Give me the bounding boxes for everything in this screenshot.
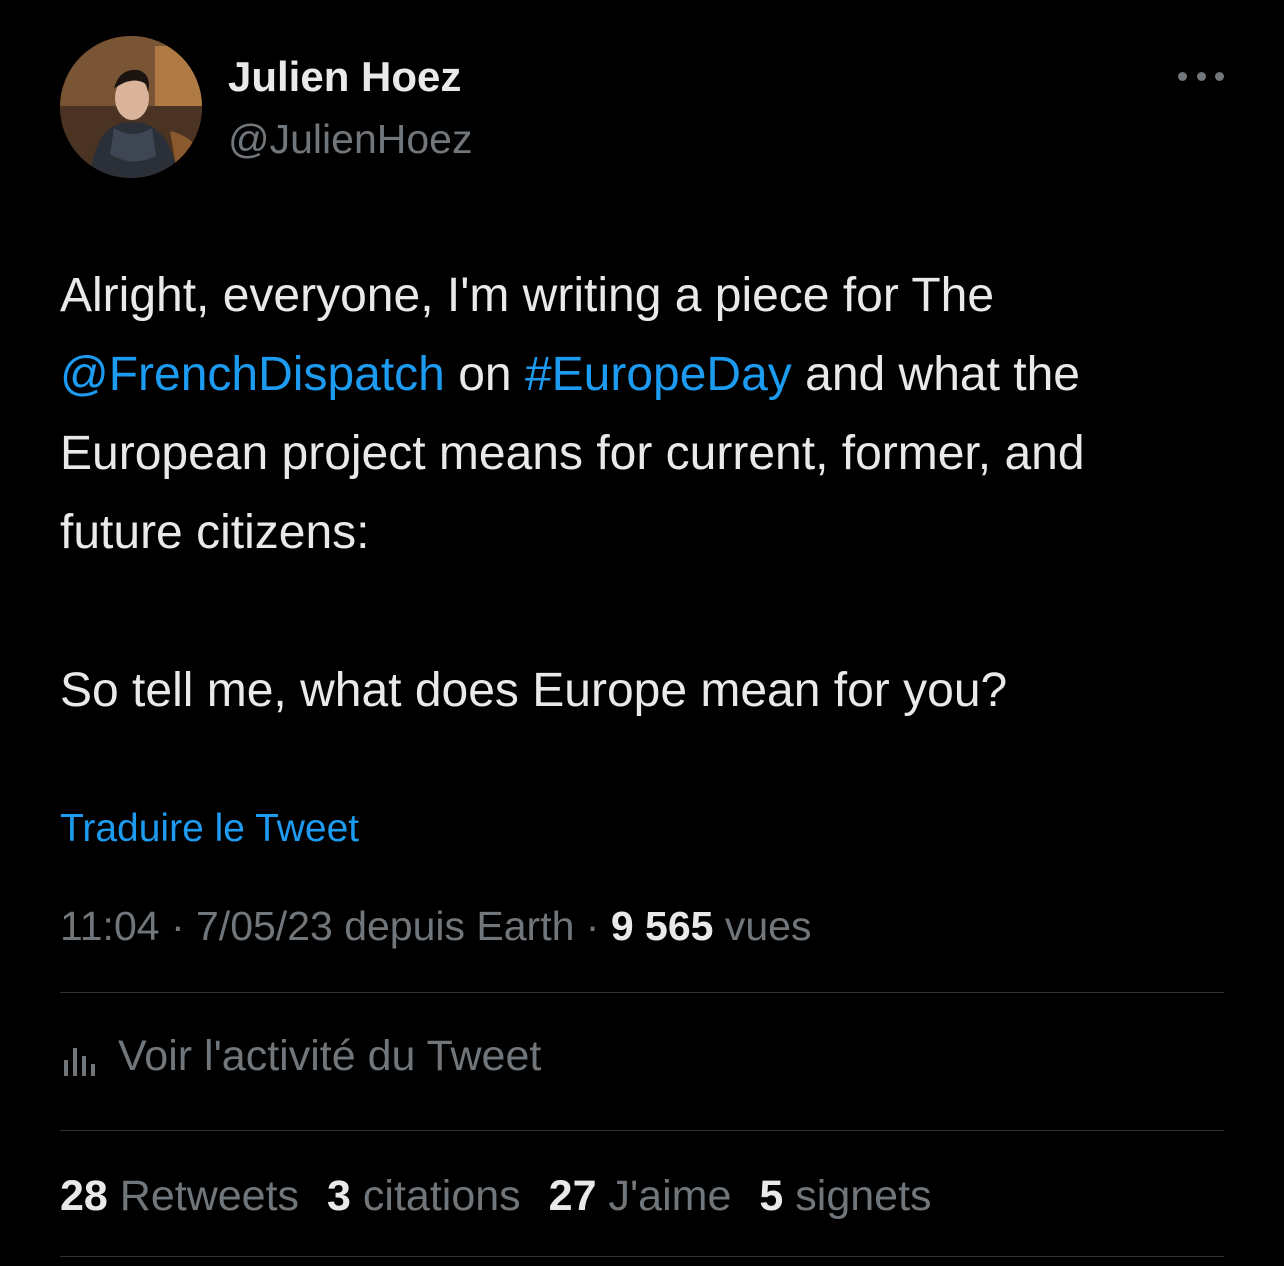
activity-label: Voir l'activité du Tweet [118, 1031, 542, 1080]
hashtag-link[interactable]: #EuropeDay [525, 348, 792, 401]
stat-count: 28 [60, 1171, 108, 1220]
translate-tweet-link[interactable]: Traduire le Tweet [60, 803, 359, 855]
stat-count: 27 [548, 1171, 597, 1220]
stat-quotes[interactable]: 3 citations [327, 1172, 521, 1221]
tweet-date[interactable]: 7/05/23 [196, 903, 333, 949]
author-names: Julien Hoez @JulienHoez [228, 52, 472, 164]
views-label: vues [713, 903, 812, 949]
dot [1178, 71, 1187, 81]
avatar-photo [60, 36, 202, 178]
stat-label: J'aime [608, 1171, 732, 1220]
tweet-text: Alright, everyone, I'm writing a piece f… [60, 256, 1240, 730]
tweet-text-segment: European project means for current, form… [60, 427, 1085, 480]
more-dots-icon[interactable] [1178, 66, 1224, 86]
stat-label: signets [795, 1171, 932, 1220]
avatar[interactable] [60, 36, 202, 178]
tweet-text-segment: future citizens: [60, 506, 370, 559]
meta-separator: · [574, 903, 611, 949]
views-count: 9 565 [610, 903, 714, 949]
tweet-source: depuis Earth [332, 903, 575, 949]
stat-label: Retweets [119, 1171, 300, 1220]
stat-retweets[interactable]: 28 Retweets [60, 1172, 299, 1221]
tweet-line: Alright, everyone, I'm writing a piece f… [60, 256, 1240, 335]
tweet-header: Julien Hoez @JulienHoez [60, 36, 1224, 180]
stat-likes[interactable]: 27 J'aime [549, 1172, 732, 1221]
tweet-activity-button[interactable]: Voir l'activité du Tweet [60, 1026, 541, 1086]
tweet-detail: Julien Hoez @JulienHoez Alright, everyon… [0, 0, 1284, 1266]
stat-label: citations [362, 1171, 521, 1220]
tweet-text-segment: Alright, everyone, I'm writing a piece f… [60, 269, 995, 322]
tweet-text-segment: on [444, 348, 525, 401]
tweet-line: So tell me, what does Europe mean for yo… [60, 651, 1240, 730]
dot [1215, 71, 1224, 81]
tweet-time[interactable]: 11:04 [60, 903, 160, 949]
meta-separator: · [159, 903, 196, 949]
dot [1196, 71, 1206, 81]
divider [60, 1130, 1224, 1131]
mention-link[interactable]: @FrenchDispatch [60, 348, 445, 401]
divider [60, 992, 1224, 993]
tweet-line: future citizens: [60, 493, 1240, 572]
tweet-text-segment: So tell me, what does Europe mean for yo… [60, 664, 1008, 717]
tweet-meta: 11:04 · 7/05/23 depuis Earth · 9 565 vue… [60, 898, 811, 954]
display-name[interactable]: Julien Hoez [228, 52, 472, 102]
divider [60, 1256, 1224, 1257]
bar-chart-icon [60, 1034, 104, 1078]
tweet-stats: 28 Retweets 3 citations 27 J'aime 5 sign… [60, 1166, 960, 1226]
tweet-line: @FrenchDispatch on #EuropeDay and what t… [60, 335, 1240, 414]
stat-count: 3 [327, 1171, 351, 1220]
tweet-text-segment: and what the [791, 348, 1080, 401]
user-handle[interactable]: @JulienHoez [228, 114, 472, 164]
stat-bookmarks[interactable]: 5 signets [759, 1172, 931, 1221]
stat-count: 5 [759, 1171, 784, 1220]
tweet-line: European project means for current, form… [60, 414, 1240, 493]
